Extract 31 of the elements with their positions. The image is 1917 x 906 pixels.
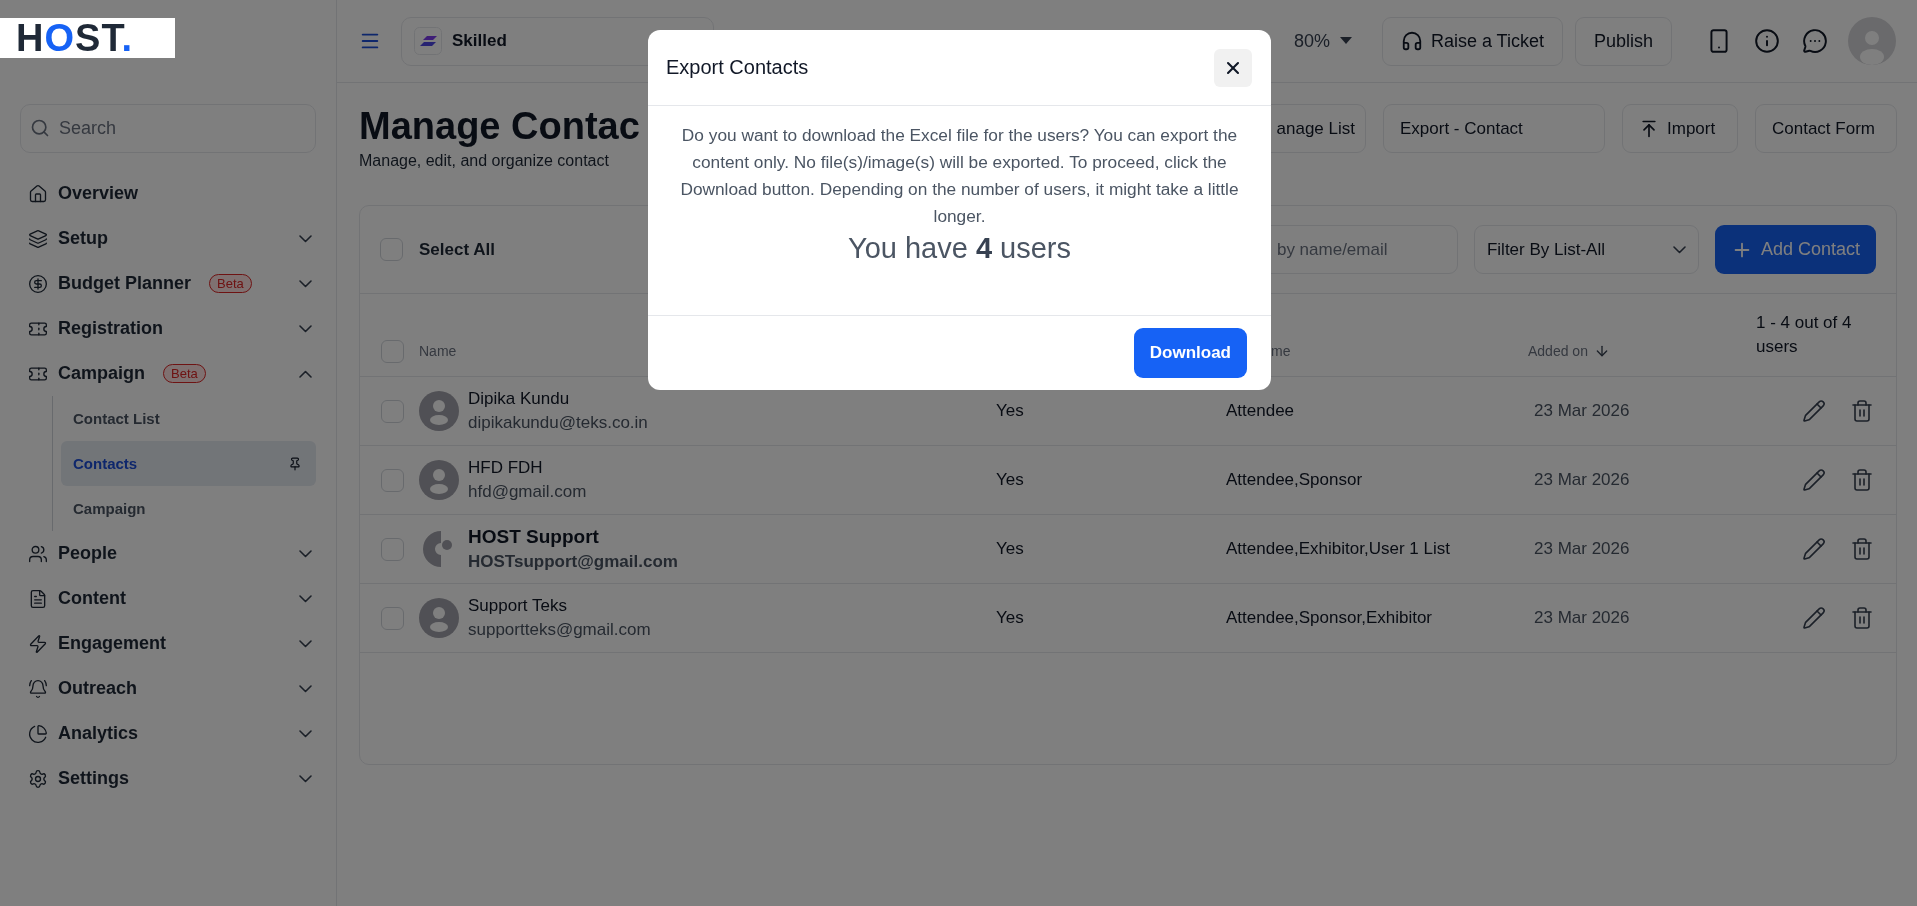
page-subtitle: Manage, edit, and organize contact: [359, 152, 610, 170]
table-cell-text: Attendee,Sponsor: [1226, 470, 1364, 490]
column-header: me: [1270, 342, 1292, 359]
contact-name: HOST Support: [468, 526, 600, 548]
user-count: You have 4 users: [846, 232, 1073, 265]
contact-email: supportteks@gmail.com: [468, 620, 652, 640]
table-cell-text: Yes: [996, 608, 1025, 628]
contact-email: HOSTsupport@gmail.com: [468, 552, 679, 572]
contact-name: HFD FDH: [468, 458, 544, 478]
dialog-message: Do you want to download the Excel file for the users? You can export the content only. No file(s)/image(s) will be exported. To proceed, click the Download button. Depending on the number of users, it might take a little longer.: [679, 124, 1240, 228]
row-count: 1 - 4 out of 4 users: [1756, 312, 1853, 358]
column-header: Name: [419, 342, 458, 359]
table-cell-text: Attendee,Sponsor,Exhibitor: [1226, 608, 1434, 628]
table-cell-text: Attendee,Exhibitor,User 1 List: [1226, 539, 1451, 559]
contact-email: dipikakundu@teks.co.in: [468, 413, 649, 433]
table-cell-text: Yes: [996, 539, 1025, 559]
table-cell-text: Attendee: [1226, 401, 1296, 421]
select-all-label: Select All: [419, 239, 495, 260]
contact-email: hfd@gmail.com: [468, 482, 588, 502]
table-cell-text: Yes: [996, 401, 1025, 421]
table-cell-text: 23 Mar 2026: [1533, 401, 1631, 421]
page-title: Manage Contac: [359, 104, 640, 148]
table-cell-text: 23 Mar 2026: [1533, 608, 1631, 628]
contact-name: Dipika Kundu: [468, 389, 571, 409]
table-cell-text: 23 Mar 2026: [1533, 539, 1631, 559]
beta-badge: Beta: [163, 364, 206, 383]
logo: HOST.: [0, 18, 175, 58]
contact-name: Support Teks: [468, 596, 568, 616]
table-cell-text: 23 Mar 2026: [1533, 470, 1631, 490]
beta-badge: Beta: [209, 274, 252, 293]
table-cell-text: Yes: [996, 470, 1025, 490]
